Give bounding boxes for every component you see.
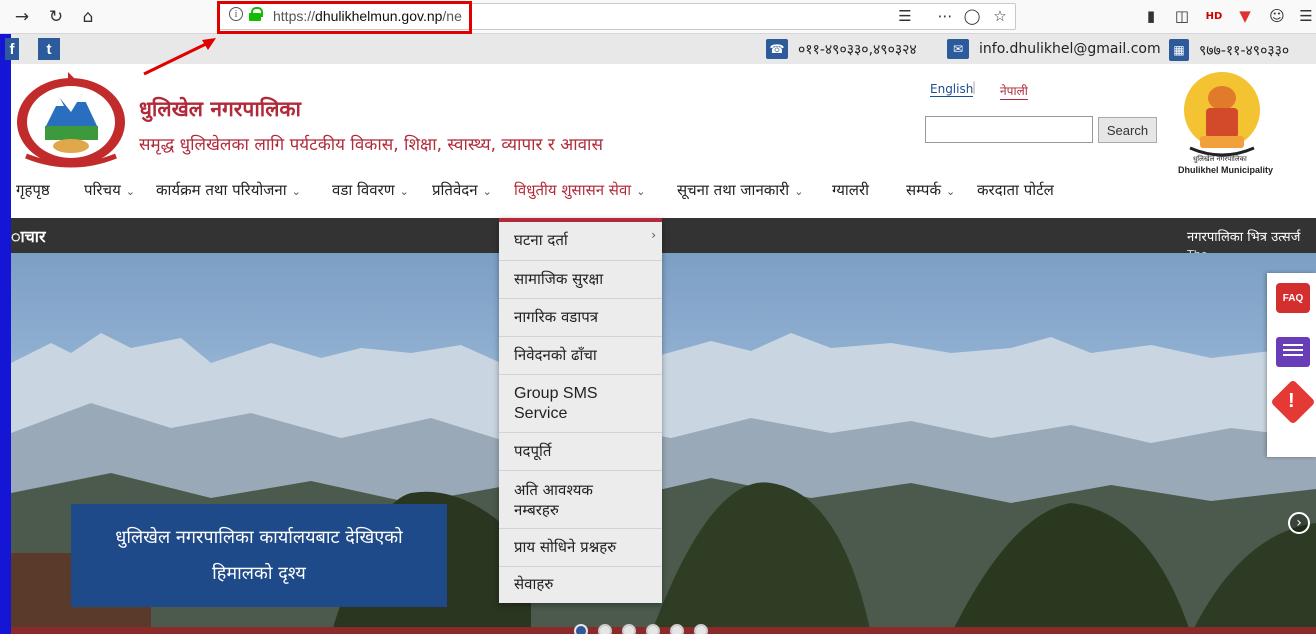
- more-actions-icon[interactable]: ⋯: [935, 6, 955, 26]
- chevron-down-icon: ⌄: [945, 185, 956, 198]
- left-edge: [0, 34, 11, 634]
- dropdown-item-incident-registration[interactable]: घटना दर्ता ›: [499, 222, 662, 261]
- site-tagline: समृद्ध धुलिखेलका लागि पर्यटकीय विकास, शि…: [139, 135, 603, 155]
- slider-dot-2[interactable]: [598, 624, 612, 634]
- slider-dot-3[interactable]: [622, 624, 636, 634]
- nav-contact[interactable]: सम्पर्क ⌄: [906, 180, 955, 200]
- dropdown-item-group-sms[interactable]: Group SMS Service: [499, 375, 662, 433]
- dropdown-item-services[interactable]: सेवाहरु: [499, 567, 662, 603]
- facebook-icon[interactable]: f: [5, 38, 19, 60]
- nav-e-governance[interactable]: विधुतीय शुसासन सेवा ⌄: [514, 180, 645, 200]
- lang-english-link[interactable]: English: [930, 82, 974, 97]
- ticker-label: ाचार: [11, 227, 46, 246]
- dropdown-item-emergency-numbers[interactable]: अति आवश्यक नम्बरहरु: [499, 471, 662, 529]
- slider-dot-1[interactable]: [574, 624, 588, 634]
- phone-icon: ☎: [766, 39, 788, 59]
- chevron-right-icon: ›: [651, 228, 656, 242]
- download-extension-icon[interactable]: ▼: [1235, 6, 1255, 26]
- home-icon[interactable]: ⌂: [76, 5, 100, 29]
- faq-icon[interactable]: FAQ: [1276, 283, 1310, 313]
- dropdown-item-application-format[interactable]: निवेदनको ढाँचा: [499, 337, 662, 375]
- bookmark-star-icon[interactable]: ☆: [990, 6, 1010, 26]
- slider-dot-6[interactable]: [694, 624, 708, 634]
- site-title[interactable]: धुलिखेल नगरपालिका: [139, 95, 301, 123]
- lang-separator: |: [972, 80, 977, 94]
- envelope-icon: ✉: [947, 39, 969, 59]
- search-input[interactable]: [925, 116, 1093, 143]
- nav-reports[interactable]: प्रतिवेदन ⌄: [432, 180, 492, 200]
- phone-contact: ☎ ०११-४९०३३०,४९०३२४: [766, 39, 917, 59]
- chevron-down-icon: ⌄: [291, 185, 301, 198]
- lang-nepali-link[interactable]: नेपाली: [1000, 82, 1028, 100]
- chevron-down-icon: ⌄: [636, 185, 646, 198]
- account-icon[interactable]: ☺: [1267, 6, 1287, 26]
- nav-taxpayer-portal[interactable]: करदाता पोर्टल: [977, 180, 1054, 200]
- nav-home[interactable]: गृहपृष्ठ: [16, 180, 50, 200]
- chevron-down-icon: ⌄: [794, 185, 804, 198]
- slide-caption: धुलिखेल नगरपालिका कार्यालयबाट देखिएको हि…: [71, 504, 447, 607]
- dropdown-item-vacancy[interactable]: पदपूर्ति: [499, 433, 662, 471]
- e-governance-dropdown: घटना दर्ता › सामाजिक सुरक्षा नागरिक वडापत…: [499, 218, 662, 603]
- chevron-down-icon: ⌄: [482, 185, 492, 198]
- sidebar-icon[interactable]: ◫: [1172, 6, 1192, 26]
- nepal-emblem-logo[interactable]: [12, 70, 130, 170]
- chevron-down-icon: ⌄: [125, 185, 135, 198]
- reload-icon[interactable]: ↻: [44, 5, 68, 29]
- dropdown-item-citizen-charter[interactable]: नागरिक वडापत्र: [499, 299, 662, 337]
- menu-icon[interactable]: ☰: [1296, 6, 1316, 26]
- dropdown-item-social-security[interactable]: सामाजिक सुरक्षा: [499, 261, 662, 299]
- nav-gallery[interactable]: ग्यालरी: [832, 180, 869, 200]
- email-contact[interactable]: ✉ info.dhulikhel@gmail.com: [947, 39, 1161, 59]
- news-ticker: ाचार नगरपालिका भित्र उत्सर्ज The ... ...…: [11, 218, 1316, 253]
- library-icon[interactable]: ▮: [1141, 6, 1161, 26]
- nav-programs[interactable]: कार्यक्रम तथा परियोजना ⌄: [156, 180, 301, 200]
- pocket-icon[interactable]: ◯: [962, 6, 982, 26]
- slider-dots: [574, 624, 708, 634]
- ticker-headline[interactable]: नगरपालिका भित्र उत्सर्ज: [1187, 227, 1316, 245]
- chevron-down-icon: ⌄: [399, 185, 409, 198]
- url-annotation-box: [217, 1, 472, 34]
- slider-next-icon[interactable]: ›: [1288, 512, 1310, 534]
- main-nav: गृहपृष्ठ परिचय ⌄ कार्यक्रम तथा परियोजना ⌄ …: [11, 172, 1316, 212]
- side-widgets: FAQ !: [1267, 273, 1316, 457]
- nav-intro[interactable]: परिचय ⌄: [84, 180, 135, 200]
- alert-mark: !: [1288, 390, 1295, 412]
- slider-dot-5[interactable]: [670, 624, 684, 634]
- chat-icon[interactable]: [1276, 337, 1310, 367]
- dropdown-item-faq[interactable]: प्राय सोधिने प्रश्नहरु: [499, 529, 662, 567]
- nav-ward-details[interactable]: वडा विवरण ⌄: [332, 180, 409, 200]
- forward-arrow-icon[interactable]: →: [10, 5, 34, 29]
- fax-contact: ▦ ९७७-११-४९०३३०: [1169, 39, 1289, 61]
- twitter-icon[interactable]: t: [38, 38, 60, 60]
- reader-view-icon[interactable]: ☰: [895, 6, 915, 26]
- fax-icon: ▦: [1169, 39, 1189, 61]
- search-button[interactable]: Search: [1098, 117, 1157, 143]
- municipality-logo-np-text: धुलिखेल नगरपालिका: [1193, 155, 1247, 163]
- annotation-arrow: [143, 38, 216, 76]
- browser-toolbar: → ↻ ⌂ i https://dhulikhelmun.gov.np/ne ☰…: [0, 0, 1316, 34]
- hd-extension-icon[interactable]: HD: [1204, 6, 1224, 26]
- slider-dot-4[interactable]: [646, 624, 660, 634]
- nav-information[interactable]: सूचना तथा जानकारी ⌄: [677, 180, 803, 200]
